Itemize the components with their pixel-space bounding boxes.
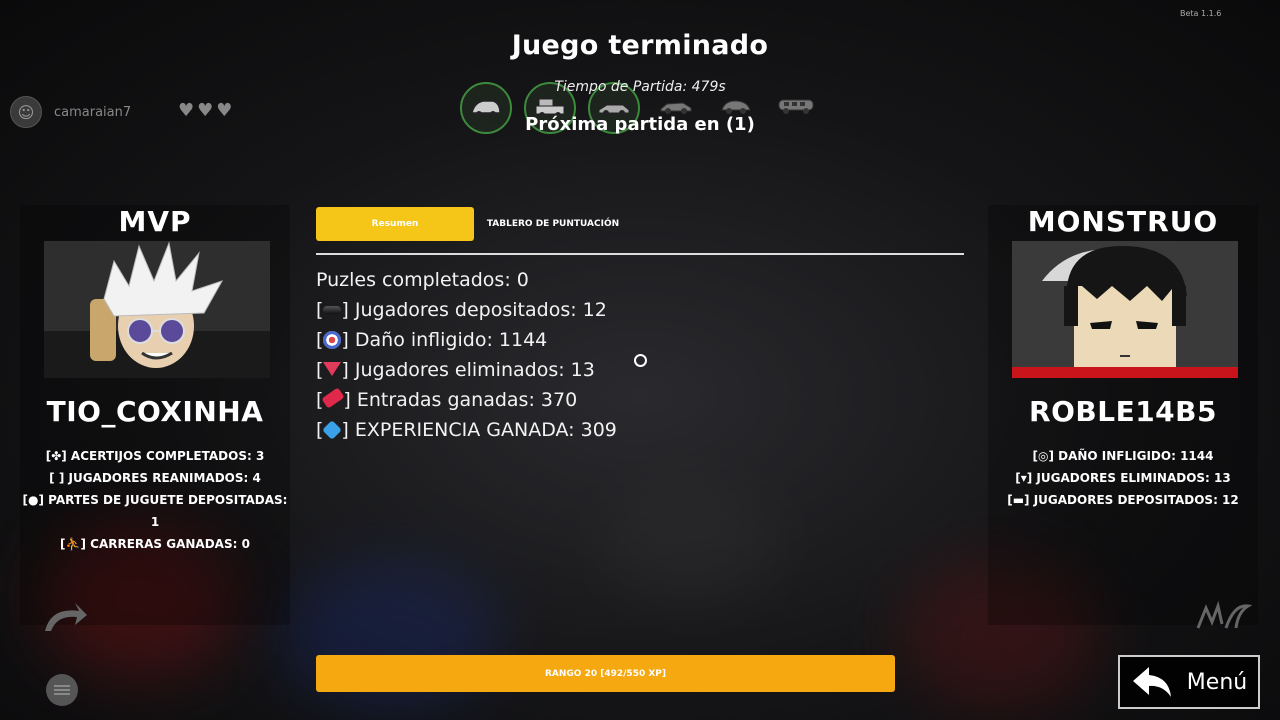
rank-label: RANGO 20 [492/550 XP] bbox=[544, 668, 666, 679]
list-item: [] Entradas ganadas: 370 bbox=[316, 387, 578, 411]
mvp-player-name: TIO_COXINHA bbox=[46, 395, 264, 428]
match-time: Tiempo de Partida: 479s bbox=[554, 79, 726, 95]
monster-stats: [◎] DAÑO INFLIGIDO: 1144 [▾] JUGADORES E… bbox=[988, 445, 1258, 511]
ticket-icon bbox=[321, 387, 346, 409]
summary-deposited: Jugadores depositados: 12 bbox=[354, 299, 607, 321]
summary-damage: Daño infligido: 1144 bbox=[354, 329, 548, 351]
mvp-stat: [ ] JUGADORES REANIMADOS: 4 bbox=[49, 471, 261, 485]
tab-summary[interactable]: Resumen bbox=[316, 207, 474, 241]
summary-eliminated: Jugadores eliminados: 13 bbox=[354, 359, 595, 381]
emote-icon[interactable] bbox=[40, 598, 90, 638]
mvp-heading: MVP bbox=[118, 205, 192, 238]
back-arrow-icon bbox=[1132, 667, 1171, 697]
mvp-avatar bbox=[44, 241, 270, 378]
monster-stat: [▾] JUGADORES ELIMINADOS: 13 bbox=[1015, 471, 1231, 485]
summary-xp: EXPERIENCIA GANADA: 309 bbox=[354, 419, 617, 441]
monster-player-name: ROBLE14B5 bbox=[1029, 395, 1217, 428]
monster-heading: MONSTRUO bbox=[1027, 205, 1219, 238]
mvp-panel: MVP TIO_COXINHA [✤] ACERTIJOS COMPLETADO… bbox=[20, 205, 290, 625]
tab-divider bbox=[316, 253, 964, 255]
results-panel: Resumen TABLERO DE PUNTUACIÓN Puzles com… bbox=[316, 207, 964, 445]
mvp-stat: [⛹] CARRERAS GANADAS: 0 bbox=[60, 537, 250, 551]
summary-tickets: Entradas ganadas: 370 bbox=[356, 389, 578, 411]
menu-button[interactable]: Menú bbox=[1118, 655, 1260, 709]
list-item: [] EXPERIENCIA GANADA: 309 bbox=[316, 419, 617, 441]
mvp-stats: [✤] ACERTIJOS COMPLETADOS: 3 [ ] JUGADOR… bbox=[20, 445, 290, 555]
mouse-cursor bbox=[634, 354, 647, 367]
settings-icon[interactable] bbox=[46, 674, 78, 706]
monster-panel: MONSTRUO ROBLE14B5 [◎] DAÑO INFLIGIDO: 1… bbox=[988, 205, 1258, 625]
monster-stat: [▬] JUGADORES DEPOSITADOS: 12 bbox=[1007, 493, 1239, 507]
monster-ability-icon[interactable] bbox=[1190, 596, 1254, 640]
tab-scoreboard[interactable]: TABLERO DE PUNTUACIÓN bbox=[474, 207, 632, 241]
next-match-countdown: Próxima partida en (1) bbox=[525, 114, 755, 135]
menu-label: Menú bbox=[1186, 669, 1248, 695]
list-item: Puzles completados: 0 bbox=[316, 265, 964, 295]
triangle-down-icon bbox=[323, 362, 342, 376]
mvp-stat: [●] PARTES DE JUGUETE DEPOSITADAS: 1 bbox=[22, 493, 288, 529]
page-title: Juego terminado bbox=[511, 30, 769, 61]
monster-stat: [◎] DAÑO INFLIGIDO: 1144 bbox=[1032, 449, 1214, 463]
list-item: [] Daño infligido: 1144 bbox=[316, 329, 548, 351]
results-tabs: Resumen TABLERO DE PUNTUACIÓN bbox=[316, 207, 964, 241]
version-label: Beta 1.1.6 bbox=[1180, 9, 1222, 18]
monster-avatar bbox=[1012, 241, 1238, 378]
list-item: [] Jugadores depositados: 12 bbox=[316, 299, 607, 321]
diamond-icon bbox=[322, 420, 343, 440]
deposit-icon bbox=[323, 306, 342, 314]
rank-progress-bar: RANGO 20 [492/550 XP] bbox=[316, 655, 895, 692]
mvp-stat: [✤] ACERTIJOS COMPLETADOS: 3 bbox=[45, 449, 265, 463]
target-icon bbox=[323, 331, 342, 349]
summary-puzzles: Puzles completados: 0 bbox=[316, 269, 529, 291]
background-blob bbox=[600, 480, 780, 600]
